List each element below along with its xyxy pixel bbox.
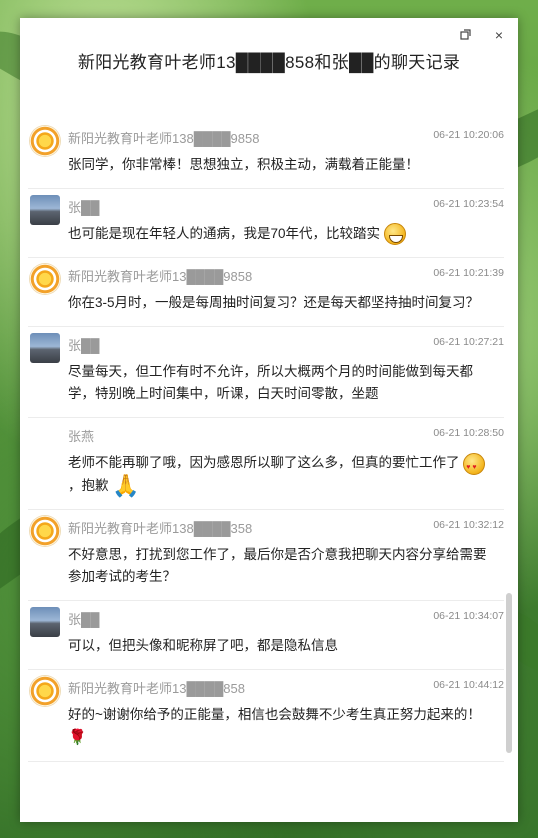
- message-time: 06-21 10:32:12: [433, 519, 504, 532]
- sender-name: 新阳光教育叶老师138████358: [68, 521, 253, 537]
- love-eyes-emoji-icon: [463, 452, 486, 479]
- window-title: 新阳光教育叶老师13████858和张██的聊天记录: [77, 53, 461, 72]
- grin-emoji-icon: [383, 223, 406, 246]
- message-time: 06-21 10:27:21: [433, 336, 504, 349]
- message-item: 新阳光教育叶老师13████9858 06-21 10:21:39 你在3-5月…: [28, 258, 504, 328]
- message-item: 张██ 06-21 10:23:54 也可能是现在年轻人的通病，我是70年代，比…: [28, 189, 504, 259]
- title-bar: × 新阳光教育叶老师13████858和张██的聊天记录: [20, 18, 518, 108]
- message-time: 06-21 10:20:06: [433, 129, 504, 141]
- photo-avatar: [30, 333, 60, 364]
- message-time: 06-21 10:34:07: [433, 610, 504, 623]
- message-item: 新阳光教育叶老师13████858 06-21 10:44:12 好的~谢谢你给…: [28, 670, 504, 762]
- message-time: 06-21 10:21:39: [433, 267, 504, 280]
- sender-name: 张██: [68, 200, 100, 215]
- message-time: 06-21 10:44:12: [433, 679, 504, 692]
- message-list[interactable]: 新阳光教育叶老师138████9858 06-21 10:20:06 张同学，你…: [20, 120, 510, 822]
- message-time: 06-21 10:28:50: [433, 427, 504, 440]
- sender-name: 新阳光教育叶老师13████9858: [68, 269, 253, 285]
- message-item: 张██ 06-21 10:27:21 尽量每天，但工作有时不允许，所以大概两个月…: [28, 327, 504, 419]
- photo-avatar: [30, 607, 60, 638]
- sender-name: 张燕: [68, 429, 95, 445]
- close-icon[interactable]: ×: [490, 26, 508, 44]
- sun-avatar: [30, 126, 60, 156]
- restore-icon[interactable]: [456, 26, 474, 44]
- rose-icon: 🌹: [68, 728, 87, 746]
- message-time: 06-21 10:23:54: [433, 198, 504, 210]
- sender-name: 张██: [68, 338, 100, 354]
- message-item: 张██ 06-21 10:34:07 可以，但把头像和昵称屏了吧，都是隐私信息: [28, 601, 504, 671]
- chat-history-window: × 新阳光教育叶老师13████858和张██的聊天记录 新阳光教育叶老师138…: [20, 18, 518, 822]
- message-item: 张燕 06-21 10:28:50 老师不能再聊了哦，因为感恩所以聊了这么多，但…: [28, 418, 504, 511]
- sender-name: 张██: [68, 612, 100, 628]
- photo-avatar: [30, 195, 60, 225]
- message-item: 新阳光教育叶老师138████358 06-21 10:32:12 不好意思，打…: [28, 510, 504, 602]
- sender-name: 新阳光教育叶老师138████9858: [68, 131, 260, 146]
- scrollbar-thumb[interactable]: [506, 593, 512, 753]
- sender-name: 新阳光教育叶老师13████858: [68, 681, 245, 697]
- clasped-hands-icon: 🙏: [112, 473, 140, 499]
- message-item: 新阳光教育叶老师138████9858 06-21 10:20:06 张同学，你…: [28, 120, 504, 189]
